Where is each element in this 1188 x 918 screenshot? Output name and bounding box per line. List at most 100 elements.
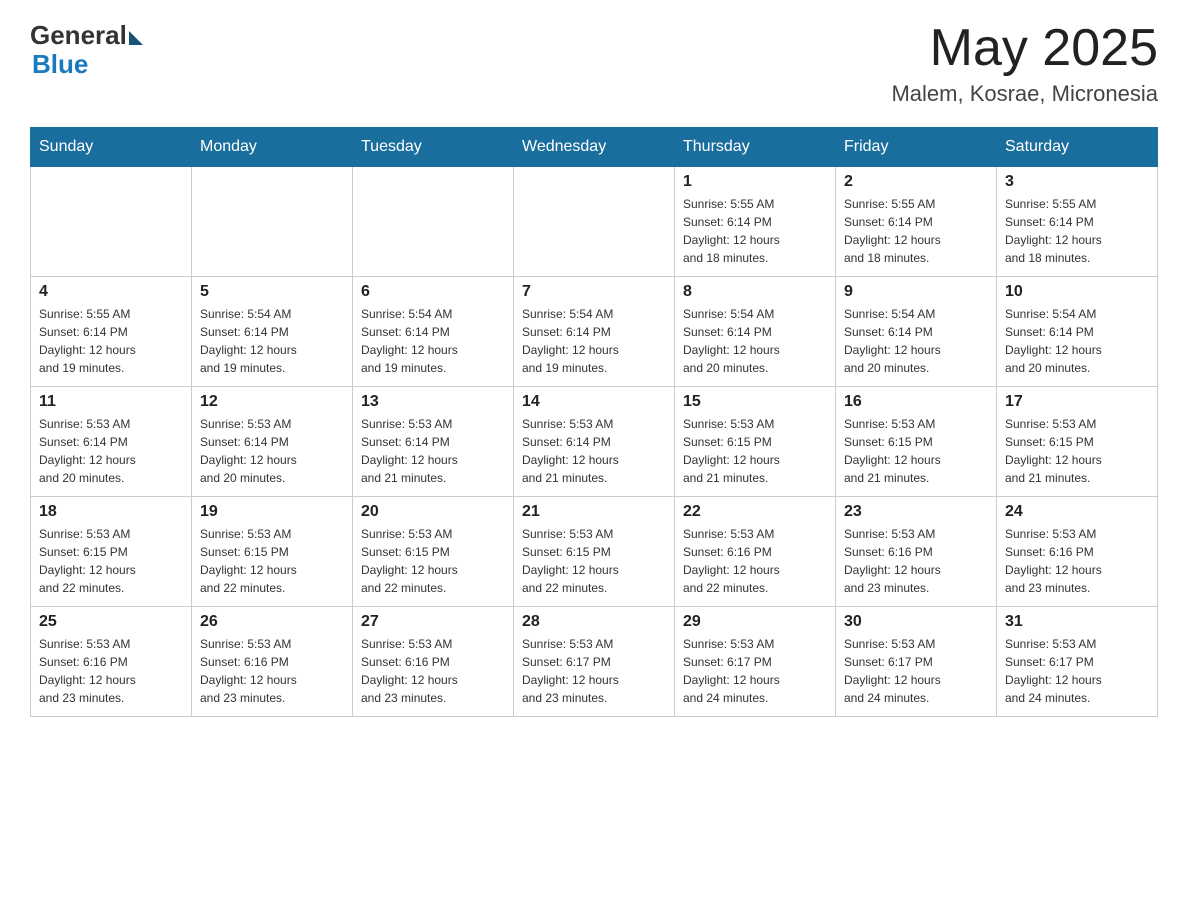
calendar-cell: 7 Sunrise: 5:54 AMSunset: 6:14 PMDaylight… <box>514 277 675 387</box>
day-number: 16 <box>844 393 988 411</box>
day-number: 22 <box>683 503 827 521</box>
day-number: 1 <box>683 173 827 191</box>
day-number: 18 <box>39 503 183 521</box>
logo-general-text: General <box>30 20 127 51</box>
day-number: 20 <box>361 503 505 521</box>
day-info: Sunrise: 5:53 AMSunset: 6:15 PMDaylight:… <box>683 415 827 487</box>
logo-arrow-icon <box>129 31 143 45</box>
day-number: 8 <box>683 283 827 301</box>
day-number: 17 <box>1005 393 1149 411</box>
calendar-cell: 15 Sunrise: 5:53 AMSunset: 6:15 PMDayligh… <box>675 387 836 497</box>
day-info: Sunrise: 5:53 AMSunset: 6:15 PMDaylight:… <box>361 525 505 597</box>
day-number: 9 <box>844 283 988 301</box>
day-info: Sunrise: 5:55 AMSunset: 6:14 PMDaylight:… <box>683 195 827 267</box>
calendar-cell: 26 Sunrise: 5:53 AMSunset: 6:16 PMDayligh… <box>192 607 353 717</box>
day-info: Sunrise: 5:55 AMSunset: 6:14 PMDaylight:… <box>1005 195 1149 267</box>
calendar-cell: 9 Sunrise: 5:54 AMSunset: 6:14 PMDaylight… <box>836 277 997 387</box>
day-number: 5 <box>200 283 344 301</box>
calendar-cell: 19 Sunrise: 5:53 AMSunset: 6:15 PMDayligh… <box>192 497 353 607</box>
day-number: 3 <box>1005 173 1149 191</box>
day-info: Sunrise: 5:53 AMSunset: 6:14 PMDaylight:… <box>39 415 183 487</box>
day-number: 7 <box>522 283 666 301</box>
logo-blue-text: Blue <box>30 49 88 80</box>
day-info: Sunrise: 5:53 AMSunset: 6:14 PMDaylight:… <box>361 415 505 487</box>
calendar-cell: 13 Sunrise: 5:53 AMSunset: 6:14 PMDayligh… <box>353 387 514 497</box>
calendar-cell: 8 Sunrise: 5:54 AMSunset: 6:14 PMDaylight… <box>675 277 836 387</box>
calendar-cell: 22 Sunrise: 5:53 AMSunset: 6:16 PMDayligh… <box>675 497 836 607</box>
calendar-table: SundayMondayTuesdayWednesdayThursdayFrid… <box>30 127 1158 717</box>
calendar-cell: 12 Sunrise: 5:53 AMSunset: 6:14 PMDayligh… <box>192 387 353 497</box>
calendar-cell: 21Sunrise: 5:53 AMSunset: 6:15 PMDayligh… <box>514 497 675 607</box>
day-info: Sunrise: 5:53 AMSunset: 6:15 PMDaylight:… <box>1005 415 1149 487</box>
day-info: Sunrise: 5:53 AMSunset: 6:16 PMDaylight:… <box>39 635 183 707</box>
day-info: Sunrise: 5:53 AMSunset: 6:15 PMDaylight:… <box>200 525 344 597</box>
day-number: 28 <box>522 613 666 631</box>
day-info: Sunrise: 5:55 AMSunset: 6:14 PMDaylight:… <box>844 195 988 267</box>
day-number: 25 <box>39 613 183 631</box>
calendar-cell <box>514 167 675 277</box>
day-info: Sunrise: 5:54 AMSunset: 6:14 PMDaylight:… <box>844 305 988 377</box>
calendar-cell: 2 Sunrise: 5:55 AMSunset: 6:14 PMDaylight… <box>836 167 997 277</box>
day-number: 13 <box>361 393 505 411</box>
calendar-header: SundayMondayTuesdayWednesdayThursdayFrid… <box>31 128 1158 167</box>
day-info: Sunrise: 5:53 AMSunset: 6:16 PMDaylight:… <box>683 525 827 597</box>
day-number: 2 <box>844 173 988 191</box>
day-info: Sunrise: 5:54 AMSunset: 6:14 PMDaylight:… <box>1005 305 1149 377</box>
month-year-title: May 2025 <box>891 20 1158 77</box>
day-number: 15 <box>683 393 827 411</box>
day-info: Sunrise: 5:54 AMSunset: 6:14 PMDaylight:… <box>361 305 505 377</box>
weekday-header-friday: Friday <box>836 128 997 167</box>
day-info: Sunrise: 5:53 AMSunset: 6:15 PMDaylight:… <box>844 415 988 487</box>
weekday-header-wednesday: Wednesday <box>514 128 675 167</box>
location-subtitle: Malem, Kosrae, Micronesia <box>891 81 1158 107</box>
header-row: SundayMondayTuesdayWednesdayThursdayFrid… <box>31 128 1158 167</box>
calendar-cell: 28 Sunrise: 5:53 AMSunset: 6:17 PMDayligh… <box>514 607 675 717</box>
day-info: Sunrise: 5:53 AMSunset: 6:14 PMDaylight:… <box>522 415 666 487</box>
calendar-body: 1 Sunrise: 5:55 AMSunset: 6:14 PMDaylight… <box>31 167 1158 717</box>
calendar-cell: 18 Sunrise: 5:53 AMSunset: 6:15 PMDayligh… <box>31 497 192 607</box>
calendar-cell: 3 Sunrise: 5:55 AMSunset: 6:14 PMDaylight… <box>997 167 1158 277</box>
calendar-cell: 27 Sunrise: 5:53 AMSunset: 6:16 PMDayligh… <box>353 607 514 717</box>
calendar-cell <box>192 167 353 277</box>
day-info: Sunrise: 5:53 AMSunset: 6:17 PMDaylight:… <box>844 635 988 707</box>
calendar-cell: 11Sunrise: 5:53 AMSunset: 6:14 PMDayligh… <box>31 387 192 497</box>
day-info: Sunrise: 5:54 AMSunset: 6:14 PMDaylight:… <box>522 305 666 377</box>
calendar-cell: 24Sunrise: 5:53 AMSunset: 6:16 PMDayligh… <box>997 497 1158 607</box>
day-info: Sunrise: 5:53 AMSunset: 6:15 PMDaylight:… <box>39 525 183 597</box>
calendar-cell: 31Sunrise: 5:53 AMSunset: 6:17 PMDayligh… <box>997 607 1158 717</box>
calendar-cell: 29Sunrise: 5:53 AMSunset: 6:17 PMDayligh… <box>675 607 836 717</box>
day-info: Sunrise: 5:54 AMSunset: 6:14 PMDaylight:… <box>683 305 827 377</box>
calendar-cell: 25 Sunrise: 5:53 AMSunset: 6:16 PMDayligh… <box>31 607 192 717</box>
day-number: 10 <box>1005 283 1149 301</box>
calendar-week-5: 25 Sunrise: 5:53 AMSunset: 6:16 PMDayligh… <box>31 607 1158 717</box>
day-number: 26 <box>200 613 344 631</box>
calendar-week-3: 11Sunrise: 5:53 AMSunset: 6:14 PMDayligh… <box>31 387 1158 497</box>
calendar-cell: 4 Sunrise: 5:55 AMSunset: 6:14 PMDaylight… <box>31 277 192 387</box>
day-number: 21 <box>522 503 666 521</box>
day-info: Sunrise: 5:53 AMSunset: 6:16 PMDaylight:… <box>200 635 344 707</box>
weekday-header-monday: Monday <box>192 128 353 167</box>
calendar-cell: 5Sunrise: 5:54 AMSunset: 6:14 PMDaylight… <box>192 277 353 387</box>
day-info: Sunrise: 5:53 AMSunset: 6:16 PMDaylight:… <box>1005 525 1149 597</box>
day-number: 27 <box>361 613 505 631</box>
day-number: 23 <box>844 503 988 521</box>
calendar-cell: 1 Sunrise: 5:55 AMSunset: 6:14 PMDaylight… <box>675 167 836 277</box>
day-info: Sunrise: 5:55 AMSunset: 6:14 PMDaylight:… <box>39 305 183 377</box>
weekday-header-tuesday: Tuesday <box>353 128 514 167</box>
calendar-week-1: 1 Sunrise: 5:55 AMSunset: 6:14 PMDaylight… <box>31 167 1158 277</box>
day-info: Sunrise: 5:53 AMSunset: 6:16 PMDaylight:… <box>844 525 988 597</box>
day-number: 4 <box>39 283 183 301</box>
day-number: 30 <box>844 613 988 631</box>
day-number: 6 <box>361 283 505 301</box>
calendar-cell: 14Sunrise: 5:53 AMSunset: 6:14 PMDayligh… <box>514 387 675 497</box>
calendar-cell: 23 Sunrise: 5:53 AMSunset: 6:16 PMDayligh… <box>836 497 997 607</box>
title-section: May 2025 Malem, Kosrae, Micronesia <box>891 20 1158 107</box>
weekday-header-sunday: Sunday <box>31 128 192 167</box>
day-number: 19 <box>200 503 344 521</box>
day-info: Sunrise: 5:53 AMSunset: 6:17 PMDaylight:… <box>522 635 666 707</box>
weekday-header-saturday: Saturday <box>997 128 1158 167</box>
day-info: Sunrise: 5:53 AMSunset: 6:14 PMDaylight:… <box>200 415 344 487</box>
day-number: 12 <box>200 393 344 411</box>
calendar-week-2: 4 Sunrise: 5:55 AMSunset: 6:14 PMDaylight… <box>31 277 1158 387</box>
day-info: Sunrise: 5:53 AMSunset: 6:16 PMDaylight:… <box>361 635 505 707</box>
